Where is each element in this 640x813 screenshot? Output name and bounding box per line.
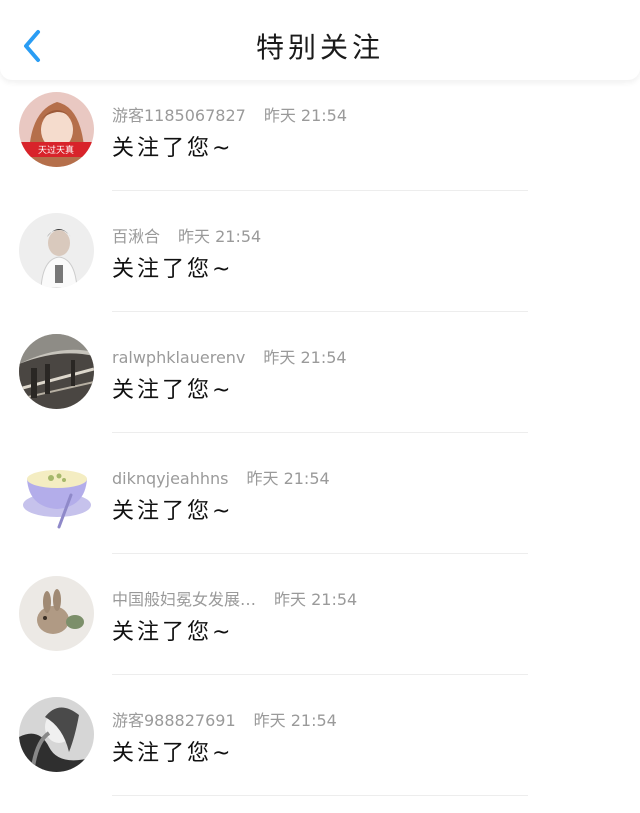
username[interactable]: 游客988827691 bbox=[112, 711, 236, 730]
message-text: 关注了您~ bbox=[112, 378, 234, 403]
nav-header: 特别关注 bbox=[0, 0, 640, 80]
message-text: 关注了您~ bbox=[112, 136, 234, 161]
list-item[interactable]: ralwphklauerenv 昨天 21:54 关注了您~ bbox=[0, 328, 640, 449]
username[interactable]: diknqyjeahhns bbox=[112, 469, 228, 488]
item-meta: ralwphklauerenv 昨天 21:54 bbox=[112, 344, 347, 368]
message-text: 关注了您~ bbox=[112, 257, 234, 282]
timestamp: 昨天 21:54 bbox=[274, 590, 358, 609]
list-item[interactable]: 百湫合 昨天 21:54 关注了您~ bbox=[0, 207, 640, 328]
item-meta: 游客1185067827 昨天 21:54 bbox=[112, 102, 347, 126]
message-text: 关注了您~ bbox=[112, 620, 234, 645]
divider bbox=[112, 432, 528, 433]
divider bbox=[112, 795, 528, 796]
item-meta: 游客988827691 昨天 21:54 bbox=[112, 707, 337, 731]
item-meta: 中国般妇冕女发展… 昨天 21:54 bbox=[112, 586, 357, 610]
avatar[interactable] bbox=[19, 334, 94, 409]
divider bbox=[112, 190, 528, 191]
page-title: 特别关注 bbox=[255, 31, 384, 64]
item-meta: diknqyjeahhns 昨天 21:54 bbox=[112, 465, 330, 489]
timestamp: 昨天 21:54 bbox=[263, 348, 347, 367]
message-text: 关注了您~ bbox=[112, 741, 234, 766]
divider bbox=[112, 553, 528, 554]
item-meta: 百湫合 昨天 21:54 bbox=[112, 223, 261, 247]
username[interactable]: 游客1185067827 bbox=[112, 106, 246, 125]
message-text: 关注了您~ bbox=[112, 499, 234, 524]
list-item[interactable]: 中国般妇冕女发展… 昨天 21:54 关注了您~ bbox=[0, 570, 640, 691]
avatar[interactable] bbox=[19, 213, 94, 288]
list-item[interactable]: diknqyjeahhns 昨天 21:54 关注了您~ bbox=[0, 449, 640, 570]
avatar[interactable]: 天过天真 bbox=[19, 92, 94, 167]
avatar[interactable] bbox=[19, 455, 94, 530]
timestamp: 昨天 21:54 bbox=[263, 106, 348, 125]
timestamp: 昨天 21:54 bbox=[246, 469, 330, 488]
list-item[interactable]: 游客988827691 昨天 21:54 关注了您~ bbox=[0, 691, 640, 812]
divider bbox=[112, 311, 528, 312]
avatar[interactable] bbox=[19, 697, 94, 772]
username[interactable]: ralwphklauerenv bbox=[112, 348, 245, 367]
divider bbox=[112, 674, 528, 675]
avatar[interactable] bbox=[19, 576, 94, 651]
timestamp: 昨天 21:54 bbox=[253, 711, 337, 730]
username[interactable]: 百湫合 bbox=[112, 227, 160, 246]
list-item[interactable]: 天过天真 游客1185067827 昨天 21:54 关注了您~ bbox=[0, 86, 640, 207]
timestamp: 昨天 21:54 bbox=[178, 227, 262, 246]
svg-text:天过天真: 天过天真 bbox=[38, 144, 74, 156]
username[interactable]: 中国般妇冕女发展… bbox=[112, 590, 256, 609]
notification-list: 天过天真 游客1185067827 昨天 21:54 关注了您~ 百湫合 昨天 21… bbox=[0, 86, 640, 812]
